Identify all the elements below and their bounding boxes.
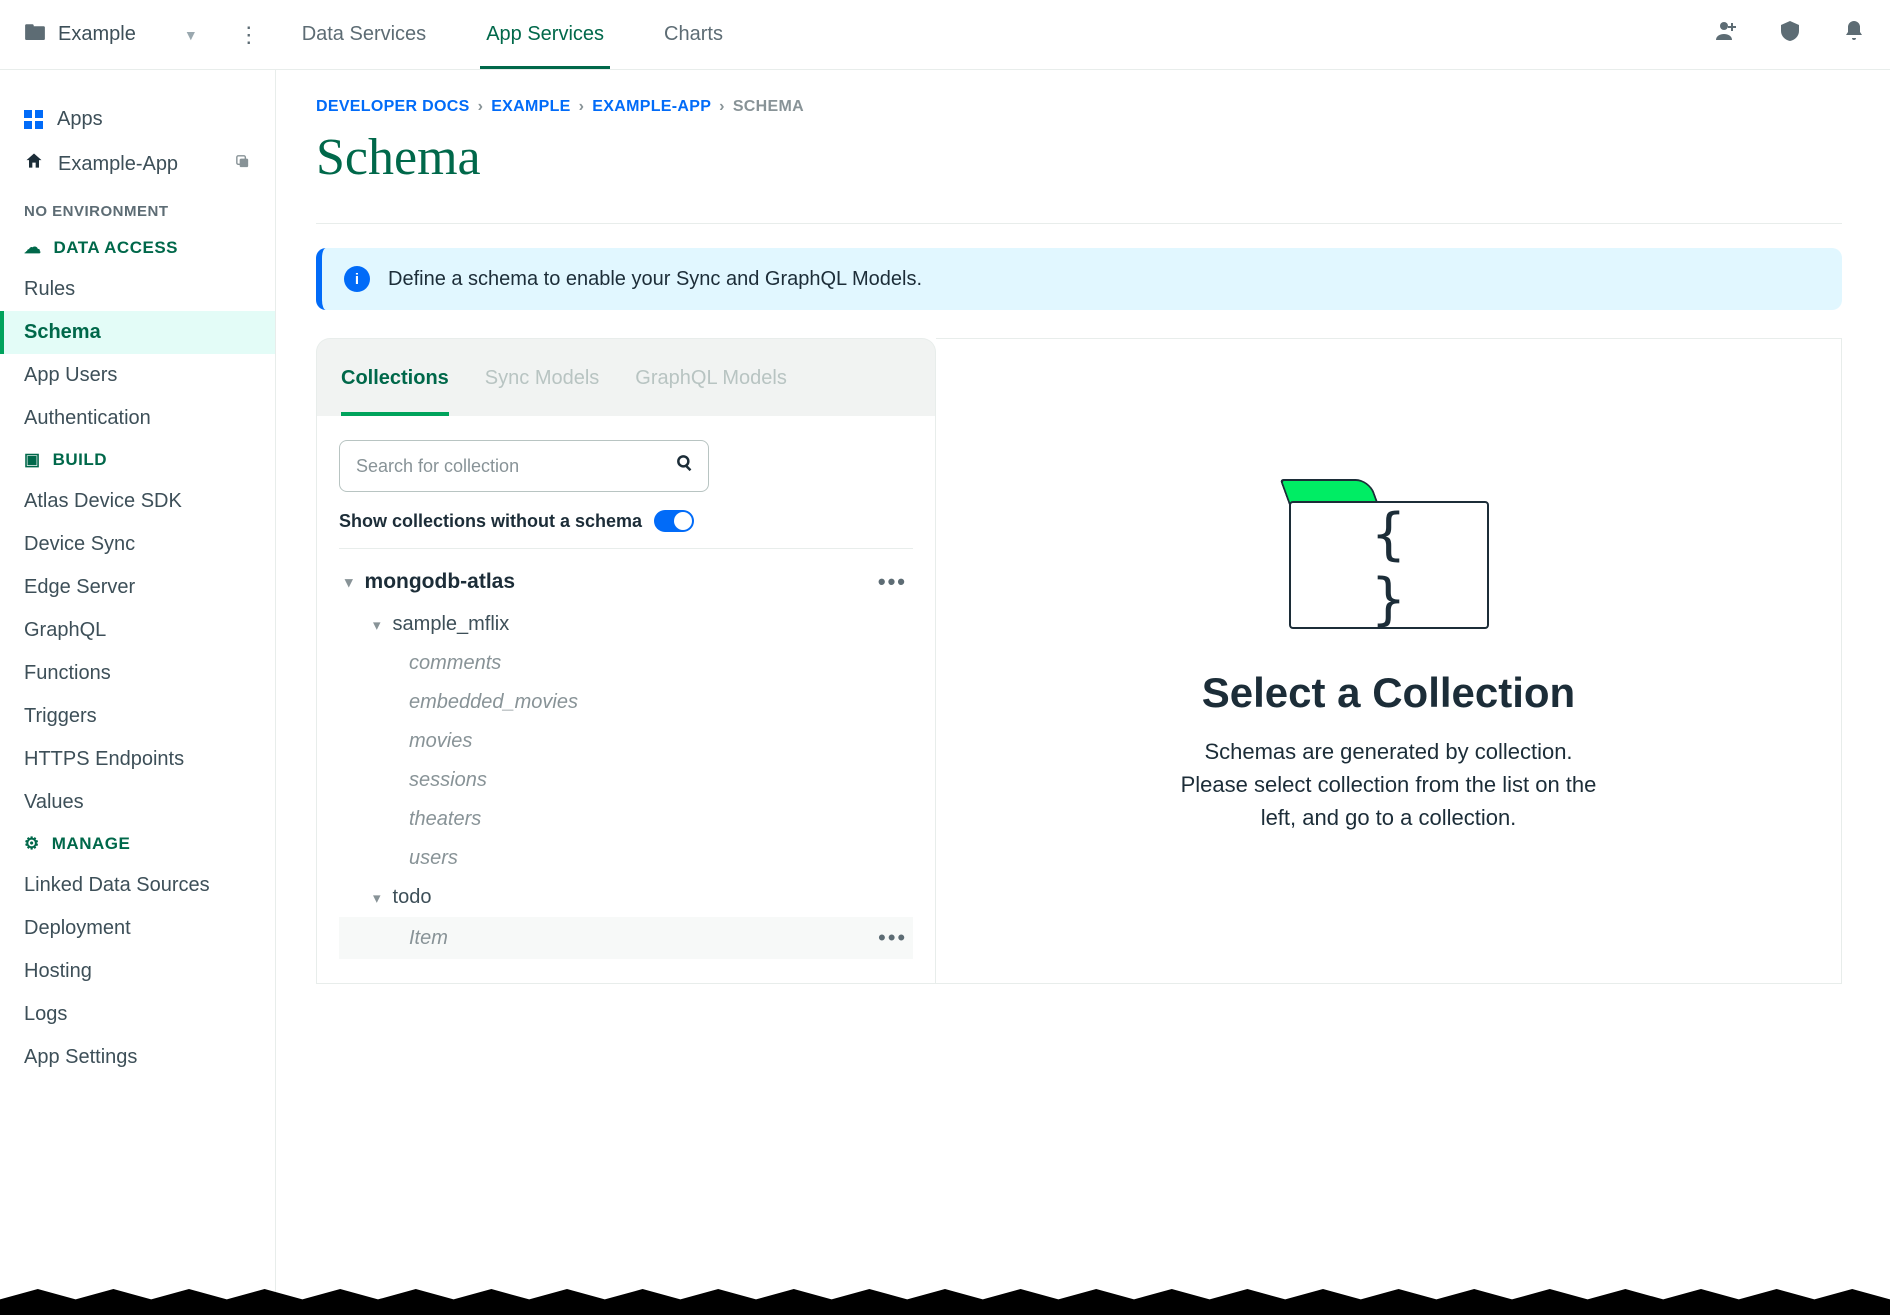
support-icon[interactable]	[1778, 19, 1802, 50]
empty-state: { } Select a Collection Schemas are gene…	[936, 338, 1842, 984]
divider	[316, 223, 1842, 224]
sidebar-item-https-endpoints[interactable]: HTTPS Endpoints	[0, 738, 275, 781]
sidebar-item-linked-data-sources[interactable]: Linked Data Sources	[0, 864, 275, 907]
tree-coll-comments[interactable]: comments	[339, 644, 913, 683]
invite-user-icon[interactable]	[1714, 19, 1738, 50]
chevron-down-icon: ▾	[345, 573, 353, 591]
sidebar-section-data-access: ☁ DATA ACCESS	[0, 228, 275, 268]
sidebar-item-deployment[interactable]: Deployment	[0, 907, 275, 950]
home-icon	[24, 151, 44, 177]
show-collections-toggle[interactable]	[654, 510, 694, 532]
tab-app-services[interactable]: App Services	[480, 0, 610, 69]
tab-charts[interactable]: Charts	[658, 0, 729, 69]
tab-collections[interactable]: Collections	[341, 367, 449, 416]
sidebar-item-atlas-device-sdk[interactable]: Atlas Device SDK	[0, 480, 275, 523]
tree-datasource[interactable]: ▾ mongodb-atlas •••	[339, 559, 913, 605]
sidebar-app-name: Example-App	[58, 153, 178, 176]
chevron-down-icon: ▾	[373, 616, 381, 634]
info-banner: i Define a schema to enable your Sync an…	[316, 248, 1842, 310]
tree-coll-theaters[interactable]: theaters	[339, 800, 913, 839]
sidebar-item-app-settings[interactable]: App Settings	[0, 1036, 275, 1079]
tab-graphql-models[interactable]: GraphQL Models	[635, 367, 787, 416]
project-name[interactable]: Example	[58, 23, 136, 46]
tree-coll-item[interactable]: Item •••	[339, 917, 913, 959]
build-icon: ▣	[24, 450, 41, 470]
sidebar-item-logs[interactable]: Logs	[0, 993, 275, 1036]
tree-db-todo[interactable]: ▾ todo	[339, 878, 913, 917]
breadcrumb: DEVELOPER DOCS › EXAMPLE › EXAMPLE-APP ›…	[316, 98, 1842, 116]
project-dropdown-caret[interactable]: ▼	[184, 27, 198, 43]
sidebar-app-home[interactable]: Example-App	[0, 141, 275, 187]
toggle-label: Show collections without a schema	[339, 511, 642, 532]
gear-icon: ⚙	[24, 834, 40, 854]
cloud-icon: ☁	[24, 238, 42, 258]
tree-coll-users[interactable]: users	[339, 839, 913, 878]
empty-desc: Schemas are generated by collection. Ple…	[1169, 735, 1609, 834]
breadcrumb-schema: SCHEMA	[733, 98, 804, 116]
sidebar: Apps Example-App NO ENVIRONMENT ☁ DATA A…	[0, 70, 276, 1315]
sidebar-item-functions[interactable]: Functions	[0, 652, 275, 695]
empty-title: Select a Collection	[1202, 669, 1575, 717]
breadcrumb-developer-docs[interactable]: DEVELOPER DOCS	[316, 98, 470, 116]
bell-icon[interactable]	[1842, 19, 1866, 50]
sidebar-item-authentication[interactable]: Authentication	[0, 397, 275, 440]
tree-coll-movies[interactable]: movies	[339, 722, 913, 761]
sidebar-item-device-sync[interactable]: Device Sync	[0, 523, 275, 566]
tree-coll-embedded-movies[interactable]: embedded_movies	[339, 683, 913, 722]
folder-illustration-icon: { }	[1289, 479, 1489, 629]
chevron-right-icon: ›	[579, 98, 585, 116]
page-title: Schema	[316, 128, 1842, 187]
collection-more-icon[interactable]: •••	[878, 925, 907, 951]
copy-icon[interactable]	[234, 153, 251, 175]
sidebar-item-schema[interactable]: Schema	[0, 311, 275, 354]
tree-coll-sessions[interactable]: sessions	[339, 761, 913, 800]
sidebar-item-triggers[interactable]: Triggers	[0, 695, 275, 738]
info-banner-text: Define a schema to enable your Sync and …	[388, 268, 922, 291]
apps-icon	[24, 110, 43, 129]
sidebar-section-build: ▣ BUILD	[0, 440, 275, 480]
sidebar-env-label: NO ENVIRONMENT	[0, 187, 275, 228]
sidebar-item-edge-server[interactable]: Edge Server	[0, 566, 275, 609]
search-collection-input[interactable]	[339, 440, 709, 492]
kebab-menu-icon[interactable]: ⋮	[238, 22, 260, 48]
breadcrumb-example-app[interactable]: EXAMPLE-APP	[592, 98, 711, 116]
sidebar-apps[interactable]: Apps	[0, 98, 275, 141]
breadcrumb-example[interactable]: EXAMPLE	[491, 98, 570, 116]
sidebar-item-values[interactable]: Values	[0, 781, 275, 824]
datasource-more-icon[interactable]: •••	[878, 569, 907, 595]
tab-data-services[interactable]: Data Services	[296, 0, 433, 69]
info-icon: i	[344, 266, 370, 292]
sidebar-item-hosting[interactable]: Hosting	[0, 950, 275, 993]
folder-icon: 🖿	[24, 16, 46, 54]
tree-db-sample-mflix[interactable]: ▾ sample_mflix	[339, 605, 913, 644]
sidebar-section-manage: ⚙ MANAGE	[0, 824, 275, 864]
sidebar-apps-label: Apps	[57, 108, 103, 131]
sidebar-item-rules[interactable]: Rules	[0, 268, 275, 311]
chevron-right-icon: ›	[478, 98, 484, 116]
sidebar-item-graphql[interactable]: GraphQL	[0, 609, 275, 652]
search-icon[interactable]	[675, 453, 695, 479]
sidebar-item-app-users[interactable]: App Users	[0, 354, 275, 397]
tab-sync-models[interactable]: Sync Models	[485, 367, 600, 416]
chevron-right-icon: ›	[719, 98, 725, 116]
chevron-down-icon: ▾	[373, 889, 381, 907]
